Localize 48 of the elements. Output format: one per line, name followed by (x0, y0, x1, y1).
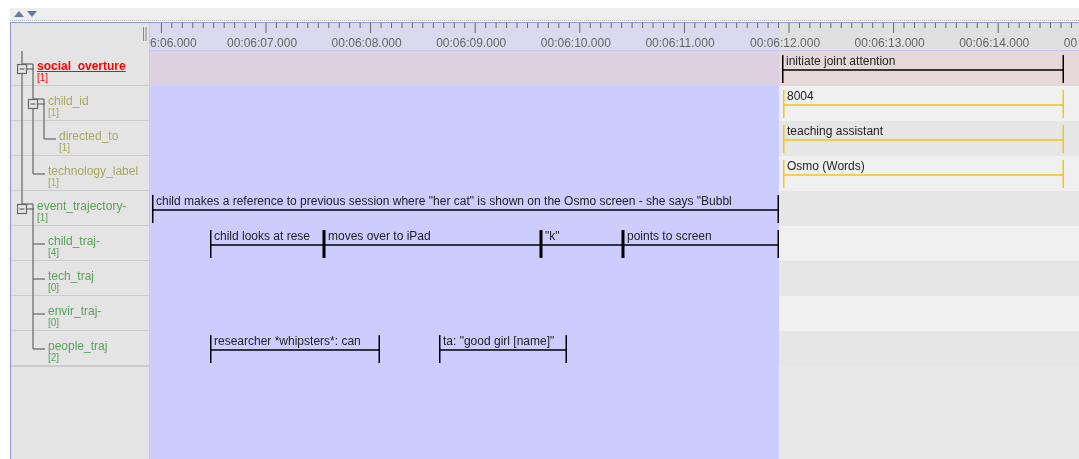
annotation-count: [0] (48, 318, 60, 328)
tree-lines-drawing (32, 261, 48, 296)
annotation-count: [1] (48, 108, 60, 118)
time-ruler[interactable]: 6:06.000 00:06:07.000 00:06:08.000 00:06:09.000 00:06:10.000 00:06:11.000 00:06:12.000 00:06:13.000 00:06:14.000 00 (150, 23, 1079, 51)
time-label: 00:06:07.000 (227, 36, 298, 50)
time-label: 00:06:10.000 (540, 36, 611, 50)
time-label: 00:06:09.000 (436, 36, 507, 50)
tree-lines-drawing (17, 51, 37, 86)
annotation[interactable]: ta: "good girl [name]" (439, 335, 567, 363)
time-label: 6:06.000 (150, 36, 197, 50)
annotation-count: [2] (48, 353, 60, 363)
tier-track[interactable]: child looks at rese moves over to iPad "k" points to screen (150, 226, 1079, 261)
annotation-count: [0] (48, 283, 60, 293)
tree-lines-drawing (21, 86, 48, 121)
time-label: 00:06:08.000 (331, 36, 402, 50)
annotation-count: [1] (37, 213, 49, 223)
arrow-down-icon[interactable] (27, 11, 37, 17)
annotation-count: [1] (48, 178, 60, 188)
tier-track[interactable]: researcher *whipsters*: can ta: "good girl [name]" (150, 331, 1079, 366)
tier-track[interactable]: 8004 (150, 86, 1079, 121)
tree-lines-drawing (21, 156, 48, 191)
tier-track[interactable]: teaching assistant (150, 121, 1079, 156)
time-label: 00 (1063, 36, 1078, 50)
annotation[interactable]: 8004 (783, 90, 1064, 118)
annotation[interactable]: researcher *whipsters*: can (210, 335, 380, 363)
time-label: 00:06:14.000 (959, 36, 1030, 50)
annotation[interactable]: moves over to iPad (324, 230, 541, 258)
tree-lines-drawing (32, 226, 48, 261)
annotation-count: [1] (59, 143, 71, 153)
tree-lines-drawing (21, 121, 59, 156)
annotation[interactable]: "k" (541, 230, 623, 258)
tier-track[interactable]: initiate joint attention (150, 51, 1079, 86)
time-label: 00:06:12.000 (750, 36, 821, 50)
splitter-handle-icon[interactable] (143, 27, 147, 41)
tier-track[interactable]: Osmo (Words) (150, 156, 1079, 191)
annotation[interactable]: teaching assistant (783, 125, 1064, 153)
annotation[interactable]: initiate joint attention (782, 55, 1064, 83)
annotation[interactable]: points to screen (623, 230, 779, 258)
tier-track[interactable]: child makes a reference to previous session where "her cat" is shown on the Osmo screen - she says "Bubbl (150, 191, 1079, 226)
time-label: 00:06:13.000 (854, 36, 925, 50)
annotation-count: [1] (37, 73, 50, 83)
time-label: 00:06:11.000 (645, 36, 715, 50)
tree-lines-drawing (17, 191, 37, 226)
annotation-count: [4] (48, 248, 60, 258)
annotation[interactable]: Osmo (Words) (783, 160, 1064, 188)
scroll-strip[interactable] (10, 8, 1079, 21)
annotation[interactable]: child looks at rese (210, 230, 324, 258)
arrow-up-icon[interactable] (14, 11, 24, 17)
